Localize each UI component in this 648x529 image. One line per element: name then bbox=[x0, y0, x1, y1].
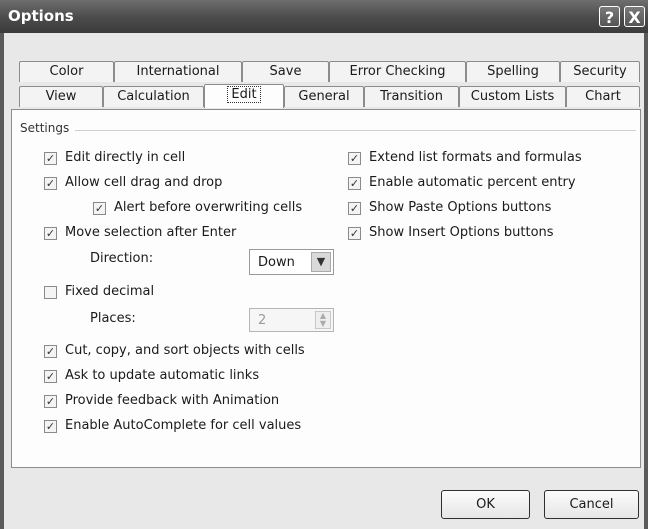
tab-save[interactable]: Save bbox=[242, 61, 329, 82]
spin-arrows-icon[interactable]: ▲ ▼ bbox=[315, 311, 331, 329]
label-auto-percent: Enable automatic percent entry bbox=[369, 175, 576, 190]
checkbox-move-selection[interactable]: ✓ bbox=[44, 227, 57, 240]
ok-button[interactable]: OK bbox=[441, 490, 530, 519]
tab-chart[interactable]: Chart bbox=[566, 86, 640, 107]
label-fixed-decimal: Fixed decimal bbox=[65, 284, 155, 299]
label-update-links: Ask to update automatic links bbox=[65, 368, 260, 383]
edit-settings-panel: Settings ✓ Edit directly in cell ✓ Allow… bbox=[11, 109, 641, 468]
window-title: Options bbox=[8, 7, 74, 25]
label-paste-options: Show Paste Options buttons bbox=[369, 200, 552, 215]
direction-select[interactable]: Down ▼ bbox=[249, 249, 334, 275]
window-frame-left bbox=[0, 33, 4, 529]
checkbox-fixed-decimal[interactable] bbox=[44, 286, 57, 299]
label-autocomplete: Enable AutoComplete for cell values bbox=[65, 418, 302, 433]
label-alert-overwrite: Alert before overwriting cells bbox=[114, 200, 303, 215]
tab-spelling[interactable]: Spelling bbox=[466, 61, 560, 82]
checkbox-auto-percent[interactable]: ✓ bbox=[348, 177, 361, 190]
checkbox-alert-overwrite[interactable]: ✓ bbox=[93, 202, 106, 215]
window-frame-right bbox=[644, 33, 648, 529]
tab-security[interactable]: Security bbox=[560, 61, 640, 82]
label-places: Places: bbox=[90, 311, 136, 326]
tab-transition[interactable]: Transition bbox=[364, 86, 459, 107]
checkbox-drag-drop[interactable]: ✓ bbox=[44, 177, 57, 190]
label-insert-options: Show Insert Options buttons bbox=[369, 225, 554, 240]
label-extend-list: Extend list formats and formulas bbox=[369, 150, 582, 165]
tab-international[interactable]: International bbox=[114, 61, 242, 82]
places-stepper[interactable]: 2 ▲ ▼ bbox=[249, 308, 334, 332]
tab-error-checking[interactable]: Error Checking bbox=[329, 61, 466, 82]
settings-group-label: Settings bbox=[20, 121, 76, 135]
tab-calculation[interactable]: Calculation bbox=[103, 86, 204, 107]
checkbox-extend-list[interactable]: ✓ bbox=[348, 152, 361, 165]
label-feedback-animation: Provide feedback with Animation bbox=[65, 393, 280, 408]
label-direction: Direction: bbox=[90, 251, 154, 266]
checkbox-autocomplete[interactable]: ✓ bbox=[44, 420, 57, 433]
label-edit-directly: Edit directly in cell bbox=[65, 150, 186, 165]
checkbox-feedback-animation[interactable]: ✓ bbox=[44, 395, 57, 408]
direction-value: Down bbox=[258, 255, 295, 270]
tab-general[interactable]: General bbox=[284, 86, 364, 107]
chevron-down-icon[interactable]: ▼ bbox=[311, 252, 331, 272]
checkbox-update-links[interactable]: ✓ bbox=[44, 370, 57, 383]
tab-view[interactable]: View bbox=[19, 86, 103, 107]
label-move-selection: Move selection after Enter bbox=[65, 225, 237, 240]
checkbox-cut-copy-sort[interactable]: ✓ bbox=[44, 345, 57, 358]
help-icon[interactable]: ? bbox=[599, 6, 620, 27]
checkbox-paste-options[interactable]: ✓ bbox=[348, 202, 361, 215]
tab-edit[interactable]: Edit bbox=[204, 84, 284, 108]
group-divider bbox=[20, 130, 636, 131]
tab-color[interactable]: Color bbox=[19, 61, 114, 82]
cancel-button[interactable]: Cancel bbox=[544, 490, 639, 519]
title-bar[interactable]: Options ? X bbox=[0, 0, 648, 33]
tab-custom-lists[interactable]: Custom Lists bbox=[459, 86, 566, 107]
label-drag-drop: Allow cell drag and drop bbox=[65, 175, 223, 190]
places-value: 2 bbox=[258, 313, 267, 328]
options-dialog: Options ? X Color International Save Err… bbox=[0, 0, 648, 529]
label-cut-copy-sort: Cut, copy, and sort objects with cells bbox=[65, 343, 305, 358]
checkbox-edit-directly[interactable]: ✓ bbox=[44, 152, 57, 165]
checkbox-insert-options[interactable]: ✓ bbox=[348, 227, 361, 240]
close-icon[interactable]: X bbox=[624, 6, 645, 27]
